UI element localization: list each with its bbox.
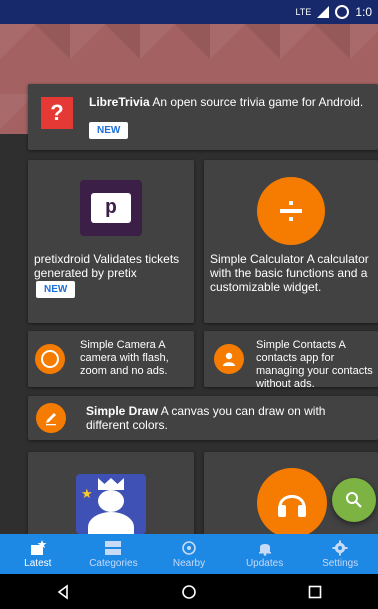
app-card-simple-calculator[interactable]: Simple Calculator A calculator with the …	[204, 160, 378, 323]
app-name: Simple Camera	[80, 339, 156, 351]
headphones-icon	[257, 468, 327, 534]
signal-icon	[317, 6, 330, 18]
app-name: LibreTrivia	[89, 95, 150, 109]
network-type: LTE	[295, 7, 312, 17]
bell-icon	[258, 543, 271, 556]
app-card-pretixdroid[interactable]: p pretixdroid Validates tickets generate…	[28, 160, 194, 323]
king-avatar-icon: ★	[76, 474, 146, 534]
nav-label: Nearby	[172, 557, 206, 569]
nav-label: Updates	[245, 557, 284, 569]
search-icon	[346, 492, 362, 508]
system-navigation-bar	[0, 574, 378, 609]
nav-latest[interactable]: Latest	[0, 534, 76, 574]
status-bar: LTE 1:0	[0, 0, 378, 24]
pretixdroid-icon: p	[80, 180, 142, 236]
calculator-divide-icon	[257, 177, 325, 245]
app-card-simple-draw[interactable]: Simple Draw A canvas you can draw on wit…	[28, 396, 378, 440]
gear-icon	[332, 540, 348, 555]
app-description: An open source trivia game for Android.	[149, 95, 364, 109]
nav-label: Categories	[89, 557, 138, 569]
app-name: Simple Calculator	[210, 252, 305, 266]
nav-label: Settings	[322, 557, 359, 569]
contact-person-icon	[214, 344, 244, 374]
new-badge: NEW	[89, 122, 129, 139]
new-badge: NEW	[36, 281, 76, 298]
app-list[interactable]: ? LibreTrivia An open source trivia game…	[0, 24, 378, 534]
nearby-icon	[182, 540, 196, 555]
app-card-partial-left[interactable]: ★	[28, 452, 194, 534]
recents-icon[interactable]	[307, 584, 323, 600]
app-card-libretrivia[interactable]: ? LibreTrivia An open source trivia game…	[28, 84, 378, 150]
nav-categories[interactable]: Categories	[76, 534, 152, 574]
camera-shutter-icon	[35, 344, 65, 374]
categories-icon	[105, 540, 122, 555]
nav-label: Latest	[24, 557, 52, 569]
back-icon[interactable]	[55, 583, 71, 600]
nav-nearby[interactable]: Nearby	[151, 534, 227, 574]
pencil-icon	[36, 403, 66, 433]
app-card-simple-camera[interactable]: Simple Camera A camera with flash, zoom …	[28, 331, 194, 387]
home-icon[interactable]	[181, 584, 197, 600]
nav-settings[interactable]: Settings	[302, 534, 378, 574]
clock: 1:0	[355, 5, 372, 19]
libretrivia-icon: ?	[41, 97, 73, 129]
app-card-simple-contacts[interactable]: Simple Contacts A contacts app for manag…	[204, 331, 378, 390]
app-name: Simple Draw	[86, 404, 159, 418]
app-name: Simple Contacts	[256, 339, 337, 351]
search-fab[interactable]	[332, 478, 376, 522]
app-name: pretixdroid	[34, 252, 91, 266]
bottom-navigation: Latest Categories Nearby Updates Setting…	[0, 534, 378, 574]
nav-updates[interactable]: Updates	[227, 534, 303, 574]
latest-star-icon	[30, 539, 47, 555]
battery-icon	[335, 5, 350, 19]
